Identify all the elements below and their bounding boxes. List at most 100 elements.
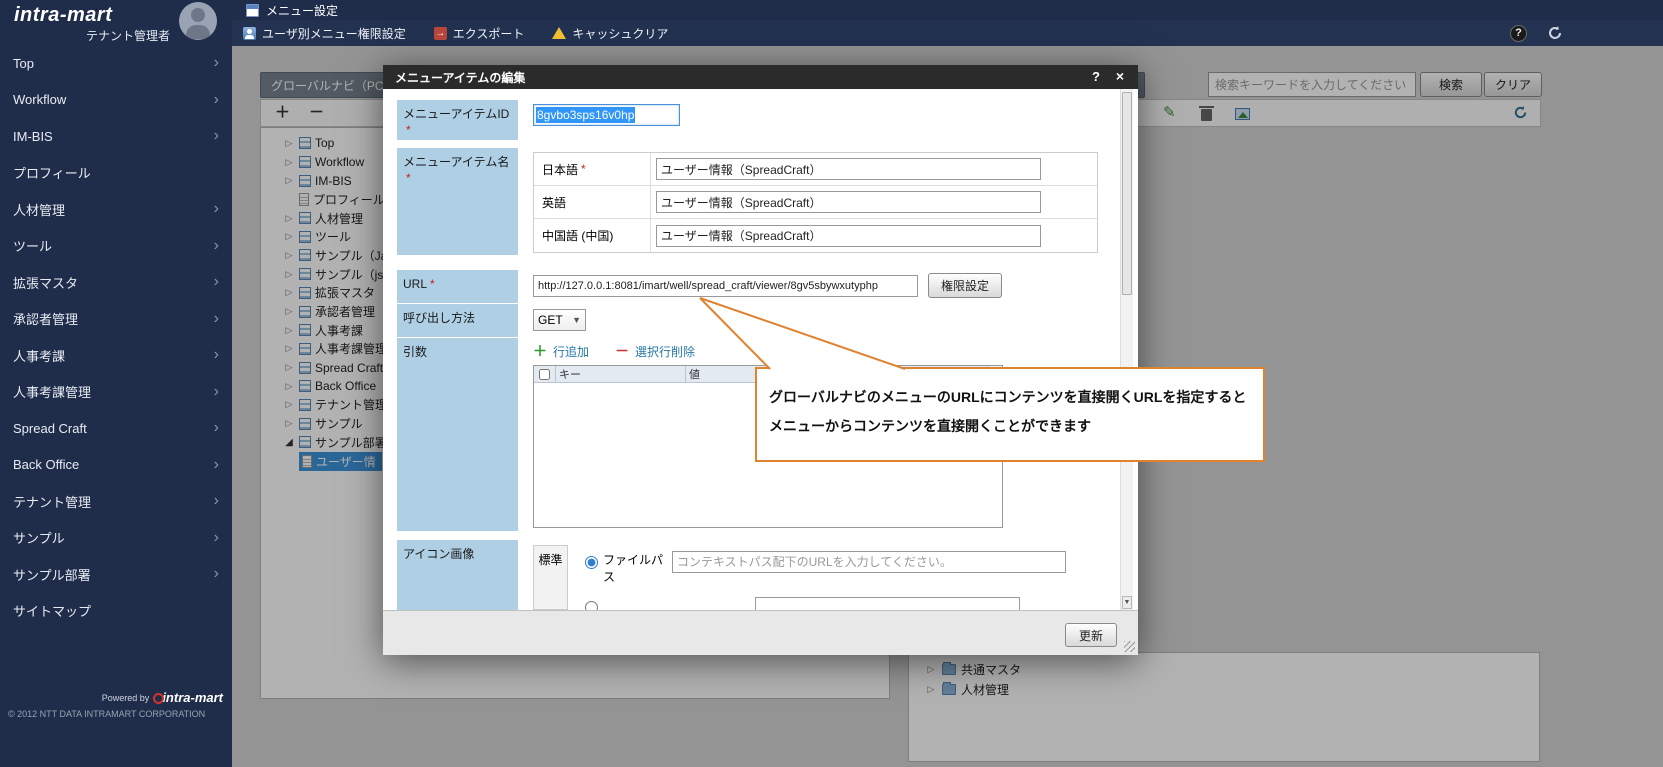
- page-title: メニュー設定: [266, 2, 338, 19]
- name-chinese-input[interactable]: [656, 225, 1041, 247]
- icon-path-input[interactable]: [672, 551, 1066, 573]
- dialog-help-icon[interactable]: ?: [1092, 69, 1100, 84]
- user-menu-permission-button[interactable]: ユーザ別メニュー権限設定: [243, 25, 406, 42]
- label-text: メニューアイテムID: [403, 107, 509, 121]
- name-row-english: 英語: [534, 186, 1097, 219]
- dropdown-arrow-icon: ▼: [572, 315, 581, 325]
- scrollbar-down-icon[interactable]: ▼: [1122, 596, 1132, 609]
- label-text: 引数: [403, 345, 427, 359]
- permission-settings-button[interactable]: 権限設定: [928, 273, 1002, 298]
- sidebar-item-label: IM-BIS: [13, 129, 53, 144]
- sidebar-item-profile[interactable]: プロフィール: [0, 155, 232, 192]
- sidebar-item-label: プロフィール: [13, 163, 91, 182]
- sidebar-item-label: 承認者管理: [13, 309, 78, 328]
- sidebar-item-top[interactable]: Top›: [0, 45, 232, 82]
- http-method-select[interactable]: GET ▼: [533, 309, 586, 331]
- name-row-chinese: 中国語 (中国): [534, 219, 1097, 252]
- sidebar-item-back-office[interactable]: Back Office›: [0, 447, 232, 484]
- name-english-input[interactable]: [656, 191, 1041, 213]
- sidebar-item-tenant-management[interactable]: テナント管理›: [0, 483, 232, 520]
- sidebar-item-label: 人材管理: [13, 200, 65, 219]
- callout-line-1: グローバルナビのメニューのURLにコンテンツを直接開くURLを指定すると: [769, 383, 1263, 412]
- avatar[interactable]: [179, 2, 217, 40]
- export-icon: →: [434, 27, 447, 40]
- chevron-right-icon: ›: [214, 92, 219, 108]
- top-header: メニュー設定 ユーザ別メニュー権限設定 → エクスポート キャッシュクリア ?: [232, 0, 1663, 46]
- language-label: 中国語 (中国): [534, 219, 651, 252]
- dialog-footer: 更新: [383, 610, 1138, 655]
- label-text: メニューアイテム名: [403, 155, 509, 169]
- help-icon[interactable]: ?: [1510, 25, 1527, 42]
- args-actions: ＋ 行追加 － 選択行削除: [533, 342, 695, 360]
- label-text: 日本語: [542, 161, 578, 178]
- sidebar-item-label: 人事考課: [13, 346, 65, 365]
- refresh-icon[interactable]: [1547, 25, 1563, 41]
- sidebar-item-extended-master[interactable]: 拡張マスタ ›: [0, 264, 232, 301]
- sidebar-item-spread-craft[interactable]: Spread Craft ›: [0, 410, 232, 447]
- field-label-menu-item-id: メニューアイテムID*: [397, 100, 518, 140]
- menu-item-id-input[interactable]: 8gvbo3sps16v0hp: [533, 104, 680, 126]
- chevron-right-icon: ›: [214, 238, 219, 254]
- sidebar-item-sample[interactable]: サンプル›: [0, 520, 232, 557]
- add-row-link[interactable]: 行追加: [553, 343, 589, 360]
- sidebar-item-label: Workflow: [13, 92, 66, 107]
- select-all-checkbox[interactable]: [539, 369, 550, 380]
- sidebar-item-label: 人事考課管理: [13, 382, 91, 401]
- user-role-label: テナント管理者: [86, 27, 170, 44]
- header-right-icons: ?: [1510, 20, 1563, 46]
- callout-line-2: メニューからコンテンツを直接開くことができます: [769, 412, 1263, 441]
- language-label: 日本語*: [534, 153, 651, 185]
- label-text: アイコン画像: [403, 547, 474, 561]
- sidebar-item-label: サンプル: [13, 528, 65, 547]
- sidebar-item-sample-department[interactable]: サンプル部署 ›: [0, 556, 232, 593]
- icon-alt-radio[interactable]: [585, 601, 598, 610]
- chevron-right-icon: ›: [214, 274, 219, 290]
- sidebar-item-label: サンプル部署: [13, 565, 91, 584]
- toolbar-label: キャッシュクリア: [572, 25, 668, 42]
- scrollbar-thumb[interactable]: [1122, 92, 1132, 295]
- sidebar-item-approver-management[interactable]: 承認者管理›: [0, 301, 232, 338]
- powered-by: Powered by intra-mart: [102, 690, 223, 705]
- icon-alt-input[interactable]: [755, 597, 1020, 610]
- dialog-close-icon[interactable]: ×: [1116, 68, 1124, 84]
- required-mark: *: [406, 122, 411, 138]
- sidebar-item-label: 拡張マスタ: [13, 273, 78, 292]
- cache-clear-button[interactable]: キャッシュクリア: [552, 25, 668, 42]
- sidebar-item-label: Back Office: [13, 457, 79, 472]
- add-row-icon: ＋: [533, 341, 547, 361]
- chevron-right-icon: ›: [214, 566, 219, 582]
- sidebar-item-hr-management[interactable]: 人材管理 ›: [0, 191, 232, 228]
- resize-grip[interactable]: [1124, 641, 1135, 652]
- delete-selected-rows-link[interactable]: 選択行削除: [635, 343, 695, 360]
- update-button[interactable]: 更新: [1065, 623, 1117, 647]
- chevron-right-icon: ›: [214, 201, 219, 217]
- name-language-table: 日本語* 英語 中国語 (中国): [533, 152, 1098, 253]
- chevron-right-icon: ›: [214, 493, 219, 509]
- label-text: URL: [403, 277, 427, 291]
- file-path-radio[interactable]: [585, 556, 598, 569]
- name-row-japanese: 日本語*: [534, 153, 1097, 186]
- sidebar-item-performance-review-management[interactable]: 人事考課管理›: [0, 374, 232, 411]
- file-path-radio-label: ファイルパス: [603, 552, 669, 586]
- sidebar-item-im-bis[interactable]: IM-BIS›: [0, 118, 232, 155]
- chevron-right-icon: ›: [214, 420, 219, 436]
- sidebar-item-workflow[interactable]: Workflow ›: [0, 82, 232, 119]
- sidebar: intra-mart テナント管理者 Top› Workflow› IM-BIS…: [0, 0, 232, 767]
- language-label: 英語: [534, 186, 651, 218]
- delete-row-icon: －: [615, 341, 629, 361]
- toolbar-label: エクスポート: [453, 25, 525, 42]
- sidebar-item-tools[interactable]: ツール›: [0, 228, 232, 265]
- name-japanese-input[interactable]: [656, 158, 1041, 180]
- required-mark: *: [581, 162, 586, 176]
- select-all-cell: [534, 366, 556, 382]
- export-button[interactable]: → エクスポート: [434, 25, 525, 42]
- dialog-titlebar[interactable]: メニューアイテムの編集 ? ×: [383, 65, 1138, 89]
- sidebar-item-sitemap[interactable]: サイトマップ: [0, 593, 232, 630]
- page-title-row: メニュー設定: [232, 0, 1663, 20]
- http-method-value: GET: [538, 313, 563, 327]
- standard-cell: 標準: [533, 545, 568, 610]
- sidebar-item-performance-review[interactable]: 人事考課›: [0, 337, 232, 374]
- column-header-key: キー: [556, 366, 686, 382]
- sidebar-item-label: Spread Craft: [13, 421, 87, 436]
- dialog-scrollbar[interactable]: ▼: [1120, 89, 1133, 610]
